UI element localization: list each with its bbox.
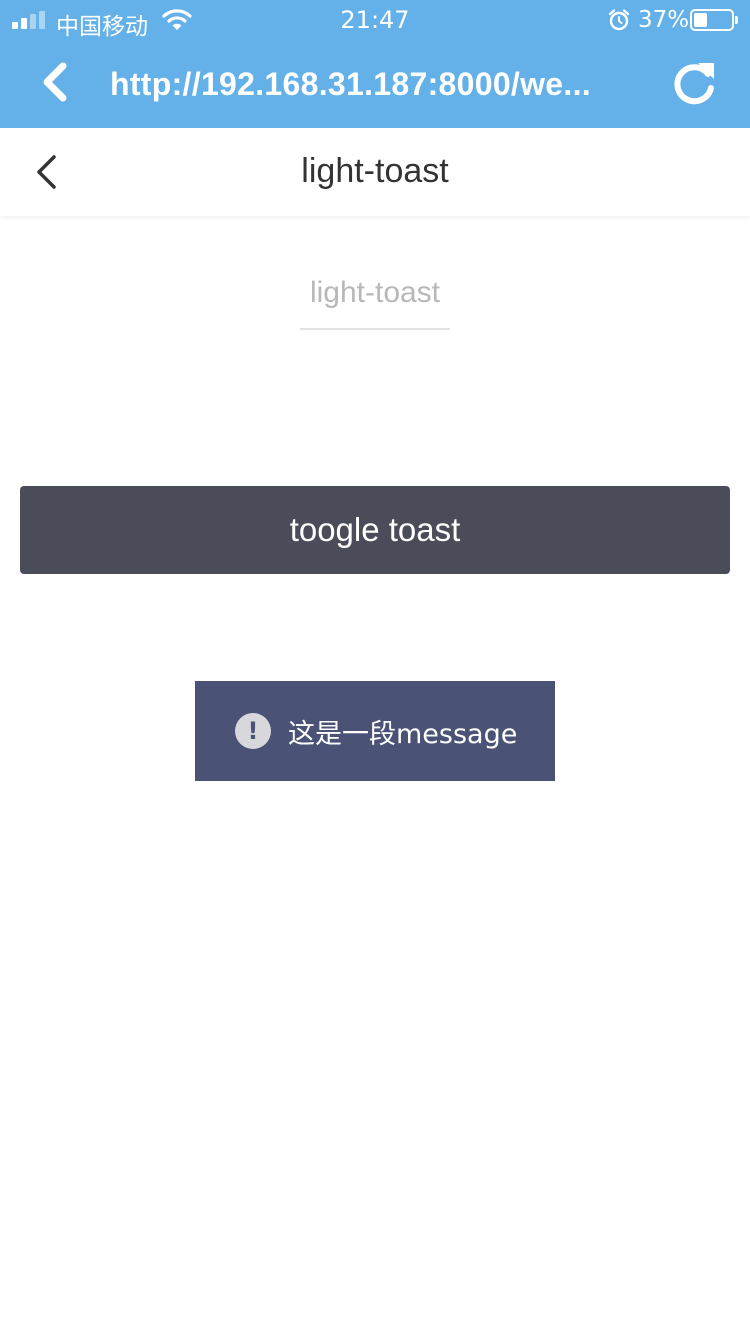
- toast-message: ! 这是一段message: [195, 681, 555, 781]
- exclamation-icon: !: [235, 713, 271, 749]
- battery-percent: 37%: [638, 7, 690, 33]
- battery-icon: [690, 9, 738, 31]
- status-bar: 中国移动 21:47 37%: [0, 0, 750, 40]
- alarm-icon: [608, 9, 630, 31]
- url-bar[interactable]: http://192.168.31.187:8000/we...: [110, 66, 640, 103]
- page-title: light-toast: [301, 152, 449, 190]
- demo-subtitle: light-toast: [300, 276, 450, 330]
- page-navbar: light-toast: [0, 128, 750, 216]
- refresh-icon[interactable]: [668, 58, 720, 110]
- battery-level: [694, 13, 707, 27]
- toggle-toast-button[interactable]: toogle toast: [20, 486, 730, 574]
- toast-text: 这是一段message: [288, 718, 518, 750]
- browser-back-icon[interactable]: [38, 62, 72, 102]
- browser-chrome: 中国移动 21:47 37% http://192.168.31.187:800…: [0, 0, 750, 128]
